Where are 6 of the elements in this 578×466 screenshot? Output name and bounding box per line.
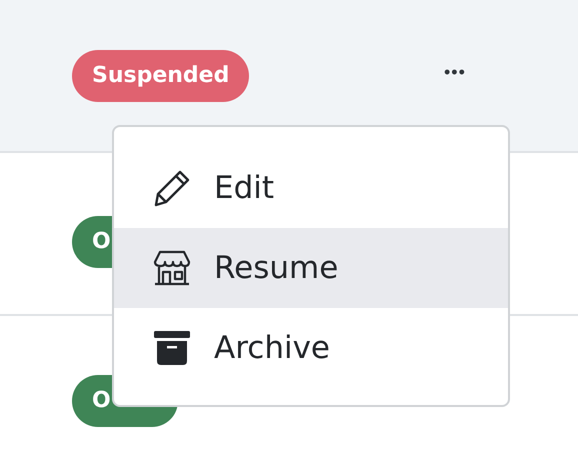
status-badge: Suspended — [72, 50, 250, 102]
menu-item[interactable]: Resume — [114, 228, 508, 308]
storefront-icon — [152, 248, 192, 288]
more-button[interactable]: ••• — [438, 58, 472, 87]
pencil-icon — [152, 168, 192, 208]
archive-icon — [152, 328, 192, 368]
